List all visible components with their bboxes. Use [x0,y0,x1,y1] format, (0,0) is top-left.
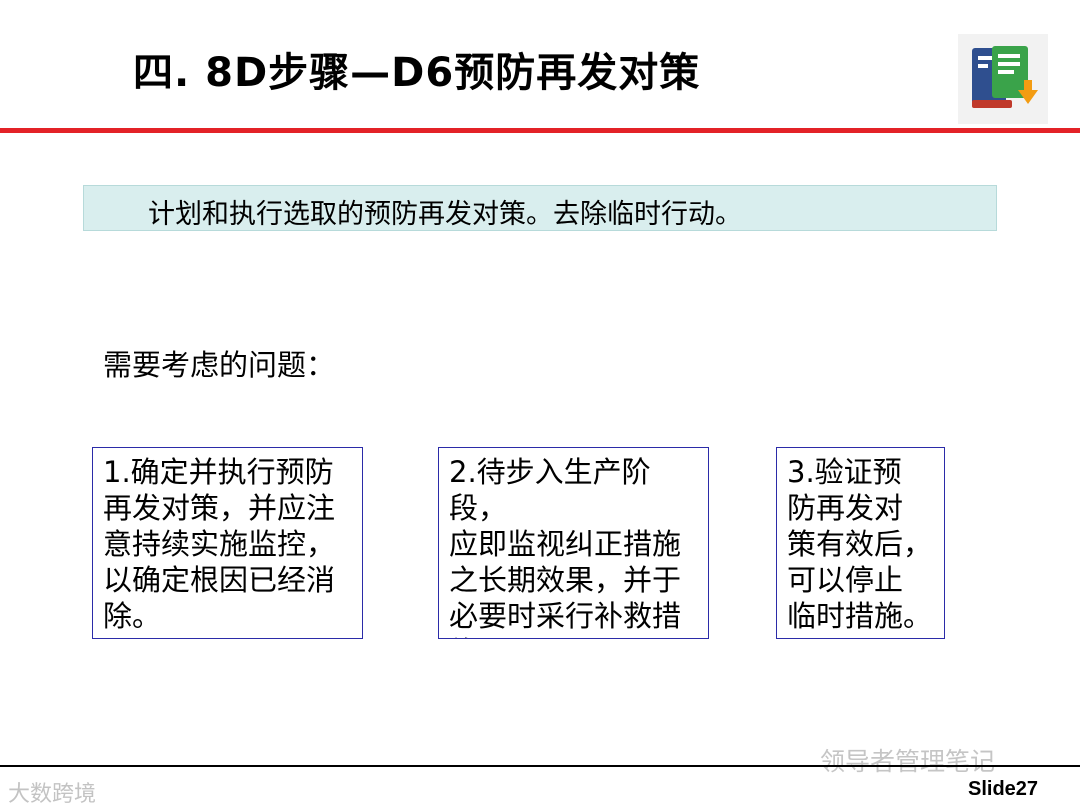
footer-divider [0,765,1080,767]
question-box-3: 3.验证预 防再发对 策有效后， 可以停止 临时措施。 [776,447,945,639]
question-box-2: 2.待步入生产阶段， 应即监视纠正措施 之长期效果，并于 必要时采行补救措 施。 [438,447,709,639]
questions-heading: 需要考虑的问题： [103,348,336,382]
question-box-1: 1.确定并执行预防 再发对策，并应注 意持续实施监控， 以确定根因已经消 除。 [92,447,363,639]
banner-text: 计划和执行选取的预防再发对策。去除临时行动。 [148,199,742,230]
book-document-icon [958,34,1048,124]
summary-banner: 计划和执行选取的预防再发对策。去除临时行动。 [83,185,997,231]
header-divider [0,128,1080,133]
watermark-source: 大数跨境 [8,782,97,807]
slide-title: 四. 8D步骤—D6预防再发对策 [133,50,701,96]
slide-number: Slide27 [968,778,1039,800]
watermark-account: 领导者管理笔记 [820,747,996,776]
